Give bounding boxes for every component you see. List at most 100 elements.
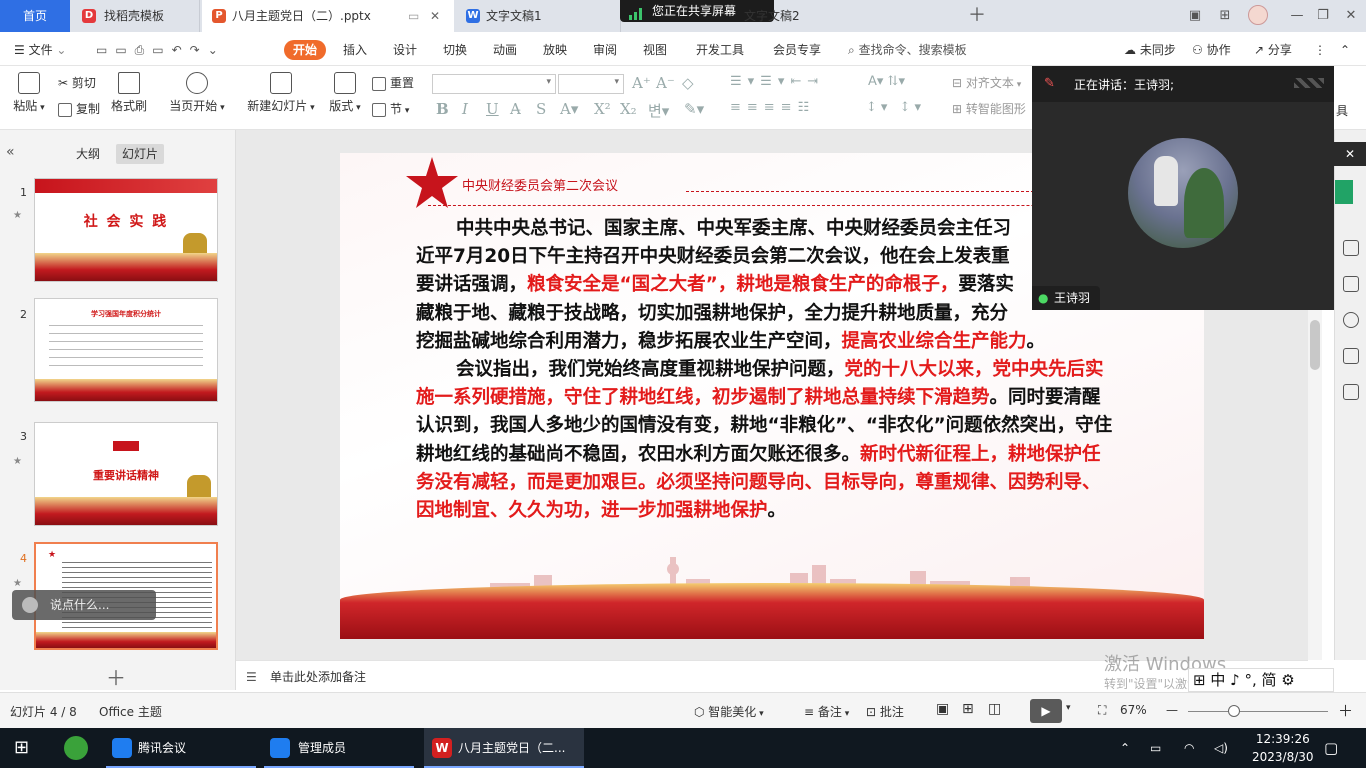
menu-insert[interactable]: 插入 <box>343 40 367 60</box>
taskbar-tencent-meeting[interactable]: 腾讯会议 <box>106 728 256 768</box>
menu-transition[interactable]: 切换 <box>443 40 467 60</box>
increase-font-icon[interactable]: A⁺ <box>632 74 651 92</box>
section-button[interactable]: 节 ▾ <box>372 100 409 117</box>
play-from-current-button[interactable]: 当页开始 ▾ <box>168 72 226 114</box>
sidebar-tool-icon-5[interactable] <box>1343 384 1359 400</box>
workspace-icon[interactable]: ▣ <box>1182 0 1208 32</box>
bold-icon[interactable]: B <box>436 100 449 118</box>
collaborate-button[interactable]: ⚇ 协作 <box>1192 40 1231 60</box>
taskbar-wps[interactable]: W 八月主题党日（二... <box>424 728 584 768</box>
battery-icon[interactable]: ▭ <box>1150 728 1161 768</box>
decrease-font-icon[interactable]: A⁻ <box>656 74 675 92</box>
align-icons[interactable]: ≡≡≡≡☷ <box>730 100 815 115</box>
browser-app-icon[interactable] <box>64 736 88 760</box>
menu-animation[interactable]: 动画 <box>493 40 517 60</box>
tab-doc2[interactable]: 文字文稿2 <box>738 0 858 32</box>
paste-button[interactable]: 粘贴 ▾ <box>12 72 46 114</box>
slide-body-text[interactable]: 中共中央总书记、国家主席、中央军委主席、中央财经委员会主任习 近平7月20日下午… <box>416 215 1116 525</box>
notes-toggle-button[interactable]: ≡ 备注 ▾ <box>804 703 849 720</box>
slideshow-play-button[interactable]: ▶ <box>1030 699 1062 723</box>
align-text-button[interactable]: ⊟ 对齐文本 ▾ <box>952 74 1021 91</box>
chat-input-overlay[interactable]: 说点什么... <box>12 590 156 620</box>
collapse-panel-icon[interactable]: « <box>6 144 15 160</box>
new-tab-icon[interactable]: ＋ <box>964 0 990 32</box>
zoom-level[interactable]: 67% <box>1120 703 1147 717</box>
sidebar-tool-icon-2[interactable] <box>1343 276 1359 292</box>
spacing-icons[interactable]: ↕▾ ↕▾ <box>866 100 925 115</box>
menu-design[interactable]: 设计 <box>393 40 417 60</box>
normal-view-icon[interactable]: ▣ <box>936 701 949 717</box>
panel-close-icon[interactable]: ✕ <box>1334 142 1366 166</box>
tray-expand-icon[interactable]: ⌃ <box>1120 728 1130 768</box>
drag-handle-icon[interactable] <box>1294 78 1324 88</box>
subscript-icon[interactable]: X₂ <box>620 100 637 118</box>
tab-screen-icon[interactable]: ▭ <box>408 0 419 32</box>
volume-icon[interactable]: ◁) <box>1214 728 1228 768</box>
cut-button[interactable]: ✂ 剪切 <box>58 74 96 91</box>
ime-toolbar[interactable]: ⊞ 中 ♪ °, 简 ⚙ <box>1188 668 1334 692</box>
zoom-out-icon[interactable]: — <box>1166 703 1178 717</box>
underline-icon[interactable]: U <box>486 100 499 118</box>
menu-member[interactable]: 会员专享 <box>773 40 821 60</box>
font-size-select[interactable]: ▾ <box>558 74 624 94</box>
grid-apps-icon[interactable]: ⊞ <box>1212 0 1238 32</box>
highlight-icon[interactable]: ✎▾ <box>684 100 704 118</box>
zoom-in-icon[interactable]: ＋ <box>1338 700 1353 721</box>
menu-view[interactable]: 视图 <box>643 40 667 60</box>
command-search[interactable]: ⌕ 查找命令、搜索模板 <box>848 40 967 60</box>
menu-home[interactable]: 开始 <box>284 40 327 60</box>
windows-start-icon[interactable]: ⊞ <box>14 728 29 768</box>
tab-doc1[interactable]: W 文字文稿1 <box>456 0 621 32</box>
mic-muted-icon[interactable]: ✎ <box>1044 76 1055 91</box>
tab-slides[interactable]: 幻灯片 <box>116 144 165 164</box>
sidebar-tool-icon-1[interactable] <box>1343 240 1359 256</box>
phonetic-icon[interactable]: 변▾ <box>648 100 669 121</box>
meeting-video-window[interactable]: ✎ 正在讲话：王诗羽; ● 王诗羽 <box>1032 66 1334 310</box>
tools-button[interactable]: 具 <box>1336 102 1348 119</box>
tab-pptx[interactable]: P 八月主题党日（二）.pptx ▭ ✕ <box>202 0 454 32</box>
text-direction-icon[interactable]: ꓮ▾ ⇅▾ <box>868 74 905 89</box>
file-menu[interactable]: ☰ 文件 ⌄ <box>14 40 66 60</box>
superscript-icon[interactable]: X² <box>594 100 611 118</box>
green-side-tab[interactable] <box>1335 180 1353 204</box>
new-slide-button[interactable]: 新建幻灯片 ▾ <box>246 72 316 114</box>
menu-slideshow[interactable]: 放映 <box>543 40 567 60</box>
slideshow-options-icon[interactable]: ▾ <box>1066 703 1071 713</box>
fit-window-icon[interactable]: ⛶ <box>1098 703 1106 718</box>
italic-icon[interactable]: I <box>462 100 468 118</box>
share-button[interactable]: ↗ 分享 <box>1254 40 1292 60</box>
font-color-icon[interactable]: A▾ <box>560 100 578 118</box>
restore-icon[interactable]: ❐ <box>1310 0 1336 32</box>
notification-icon[interactable]: ▢ <box>1324 728 1338 768</box>
strikethrough-icon[interactable]: A̶ <box>510 100 521 118</box>
collapse-ribbon-icon[interactable]: ⌃ <box>1340 40 1350 60</box>
sync-status[interactable]: ☁ 未同步 <box>1124 40 1176 60</box>
sorter-view-icon[interactable]: ⊞ <box>962 701 974 717</box>
menu-developer[interactable]: 开发工具 <box>696 40 744 60</box>
sidebar-tool-icon-3[interactable] <box>1343 312 1359 328</box>
tab-home[interactable]: 首页 <box>0 0 70 32</box>
shadow-icon[interactable]: S <box>536 100 546 118</box>
comment-button[interactable]: ⊡ 批注 <box>866 703 904 720</box>
slide-thumbnail-3[interactable]: 重要讲话精神 <box>34 422 218 526</box>
add-slide-icon[interactable]: ＋ <box>106 662 126 691</box>
taskbar-manage-members[interactable]: 管理成员 <box>264 728 414 768</box>
tab-template-store[interactable]: D 找稻壳模板 <box>72 0 200 32</box>
smartart-button[interactable]: ⊞ 转智能图形 <box>952 100 1026 117</box>
layout-button[interactable]: 版式 ▾ <box>328 72 362 114</box>
reset-button[interactable]: 重置 <box>372 74 414 91</box>
list-icons[interactable]: ☰▾☰▾⇤⇥ <box>730 74 824 89</box>
copy-button[interactable]: 复制 <box>58 100 100 117</box>
clock[interactable]: 12:39:26 2023/8/30 <box>1252 730 1314 770</box>
slide-thumbnail-2[interactable]: 学习强国年度积分统计 <box>34 298 218 402</box>
tab-close-icon[interactable]: ✕ <box>430 0 440 32</box>
reading-view-icon[interactable]: ◫ <box>988 701 1001 717</box>
wifi-icon[interactable]: ◠ <box>1184 728 1194 768</box>
zoom-slider-thumb[interactable] <box>1228 705 1240 717</box>
slide-thumbnail-1[interactable]: 社 会 实 践 <box>34 178 218 282</box>
user-avatar[interactable] <box>1248 5 1268 25</box>
more-icon[interactable]: ⋮ <box>1314 40 1326 60</box>
close-window-icon[interactable]: ✕ <box>1338 0 1364 32</box>
zoom-slider-track[interactable] <box>1188 711 1328 712</box>
quick-access-toolbar[interactable]: ▭▭⎙▭↶↷⌄ <box>96 40 226 60</box>
